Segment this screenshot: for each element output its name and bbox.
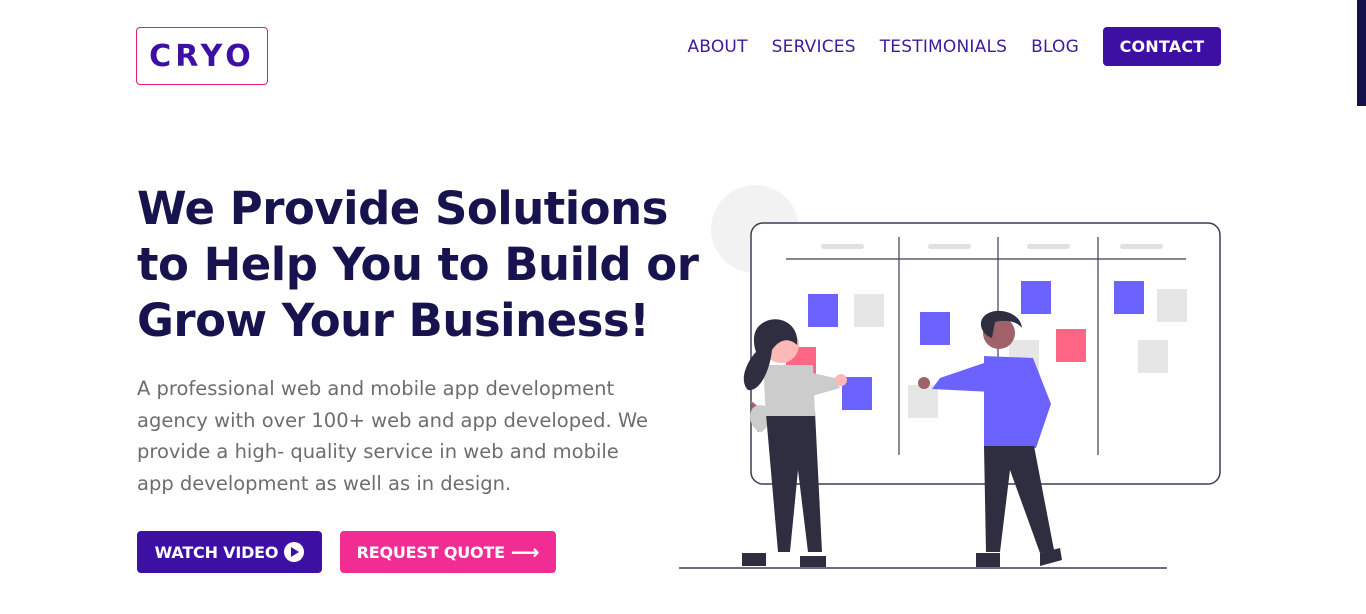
- contact-button[interactable]: CONTACT: [1103, 27, 1221, 66]
- hero-title-line: Grow Your Business!: [137, 294, 650, 347]
- hero-title: We Provide Solutions to Help You to Buil…: [137, 181, 699, 349]
- hero-title-line: to Help You to Build or: [137, 238, 699, 291]
- hero-description-line: provide a high- quality service in web a…: [137, 440, 619, 463]
- hero-description-line: agency with over 100+ web and app develo…: [137, 408, 649, 432]
- hero-description-line: A professional web and mobile app develo…: [137, 377, 615, 400]
- nav-about[interactable]: ABOUT: [687, 37, 747, 57]
- nav-blog[interactable]: BLOG: [1031, 37, 1079, 57]
- play-circle-icon: [284, 542, 305, 562]
- main-nav: ABOUT SERVICES TESTIMONIALS BLOG CONTACT: [687, 27, 1221, 66]
- watch-video-button[interactable]: WATCH VIDEO: [137, 531, 322, 573]
- logo[interactable]: CRYO: [136, 27, 268, 85]
- watch-video-label: WATCH VIDEO: [154, 542, 279, 562]
- sticky-note: [808, 294, 838, 327]
- logo-text: CRYO: [149, 38, 255, 74]
- sticky-note: [854, 294, 884, 327]
- nav-services[interactable]: SERVICES: [772, 37, 856, 57]
- nav-testimonials[interactable]: TESTIMONIALS: [880, 37, 1007, 57]
- hero-description-line: app development as well as in design.: [137, 471, 512, 495]
- hero-description: A professional web and mobile app develo…: [137, 373, 687, 499]
- request-quote-label: REQUEST QUOTE: [356, 542, 505, 562]
- hero-title-line: We Provide Solutions: [137, 182, 668, 235]
- sticky-note: [1157, 289, 1187, 322]
- sticky-note: [908, 385, 938, 418]
- hero-illustration: [679, 185, 1221, 569]
- request-quote-button[interactable]: REQUEST QUOTE ⟶: [340, 531, 556, 573]
- arrow-right-icon: ⟶: [510, 540, 540, 564]
- sticky-note: [1056, 329, 1086, 362]
- sticky-note: [1021, 281, 1051, 314]
- sticky-note: [1114, 281, 1144, 314]
- scrollbar-thumb[interactable]: [1357, 0, 1366, 106]
- sticky-note: [920, 312, 950, 345]
- sticky-note: [1138, 340, 1168, 373]
